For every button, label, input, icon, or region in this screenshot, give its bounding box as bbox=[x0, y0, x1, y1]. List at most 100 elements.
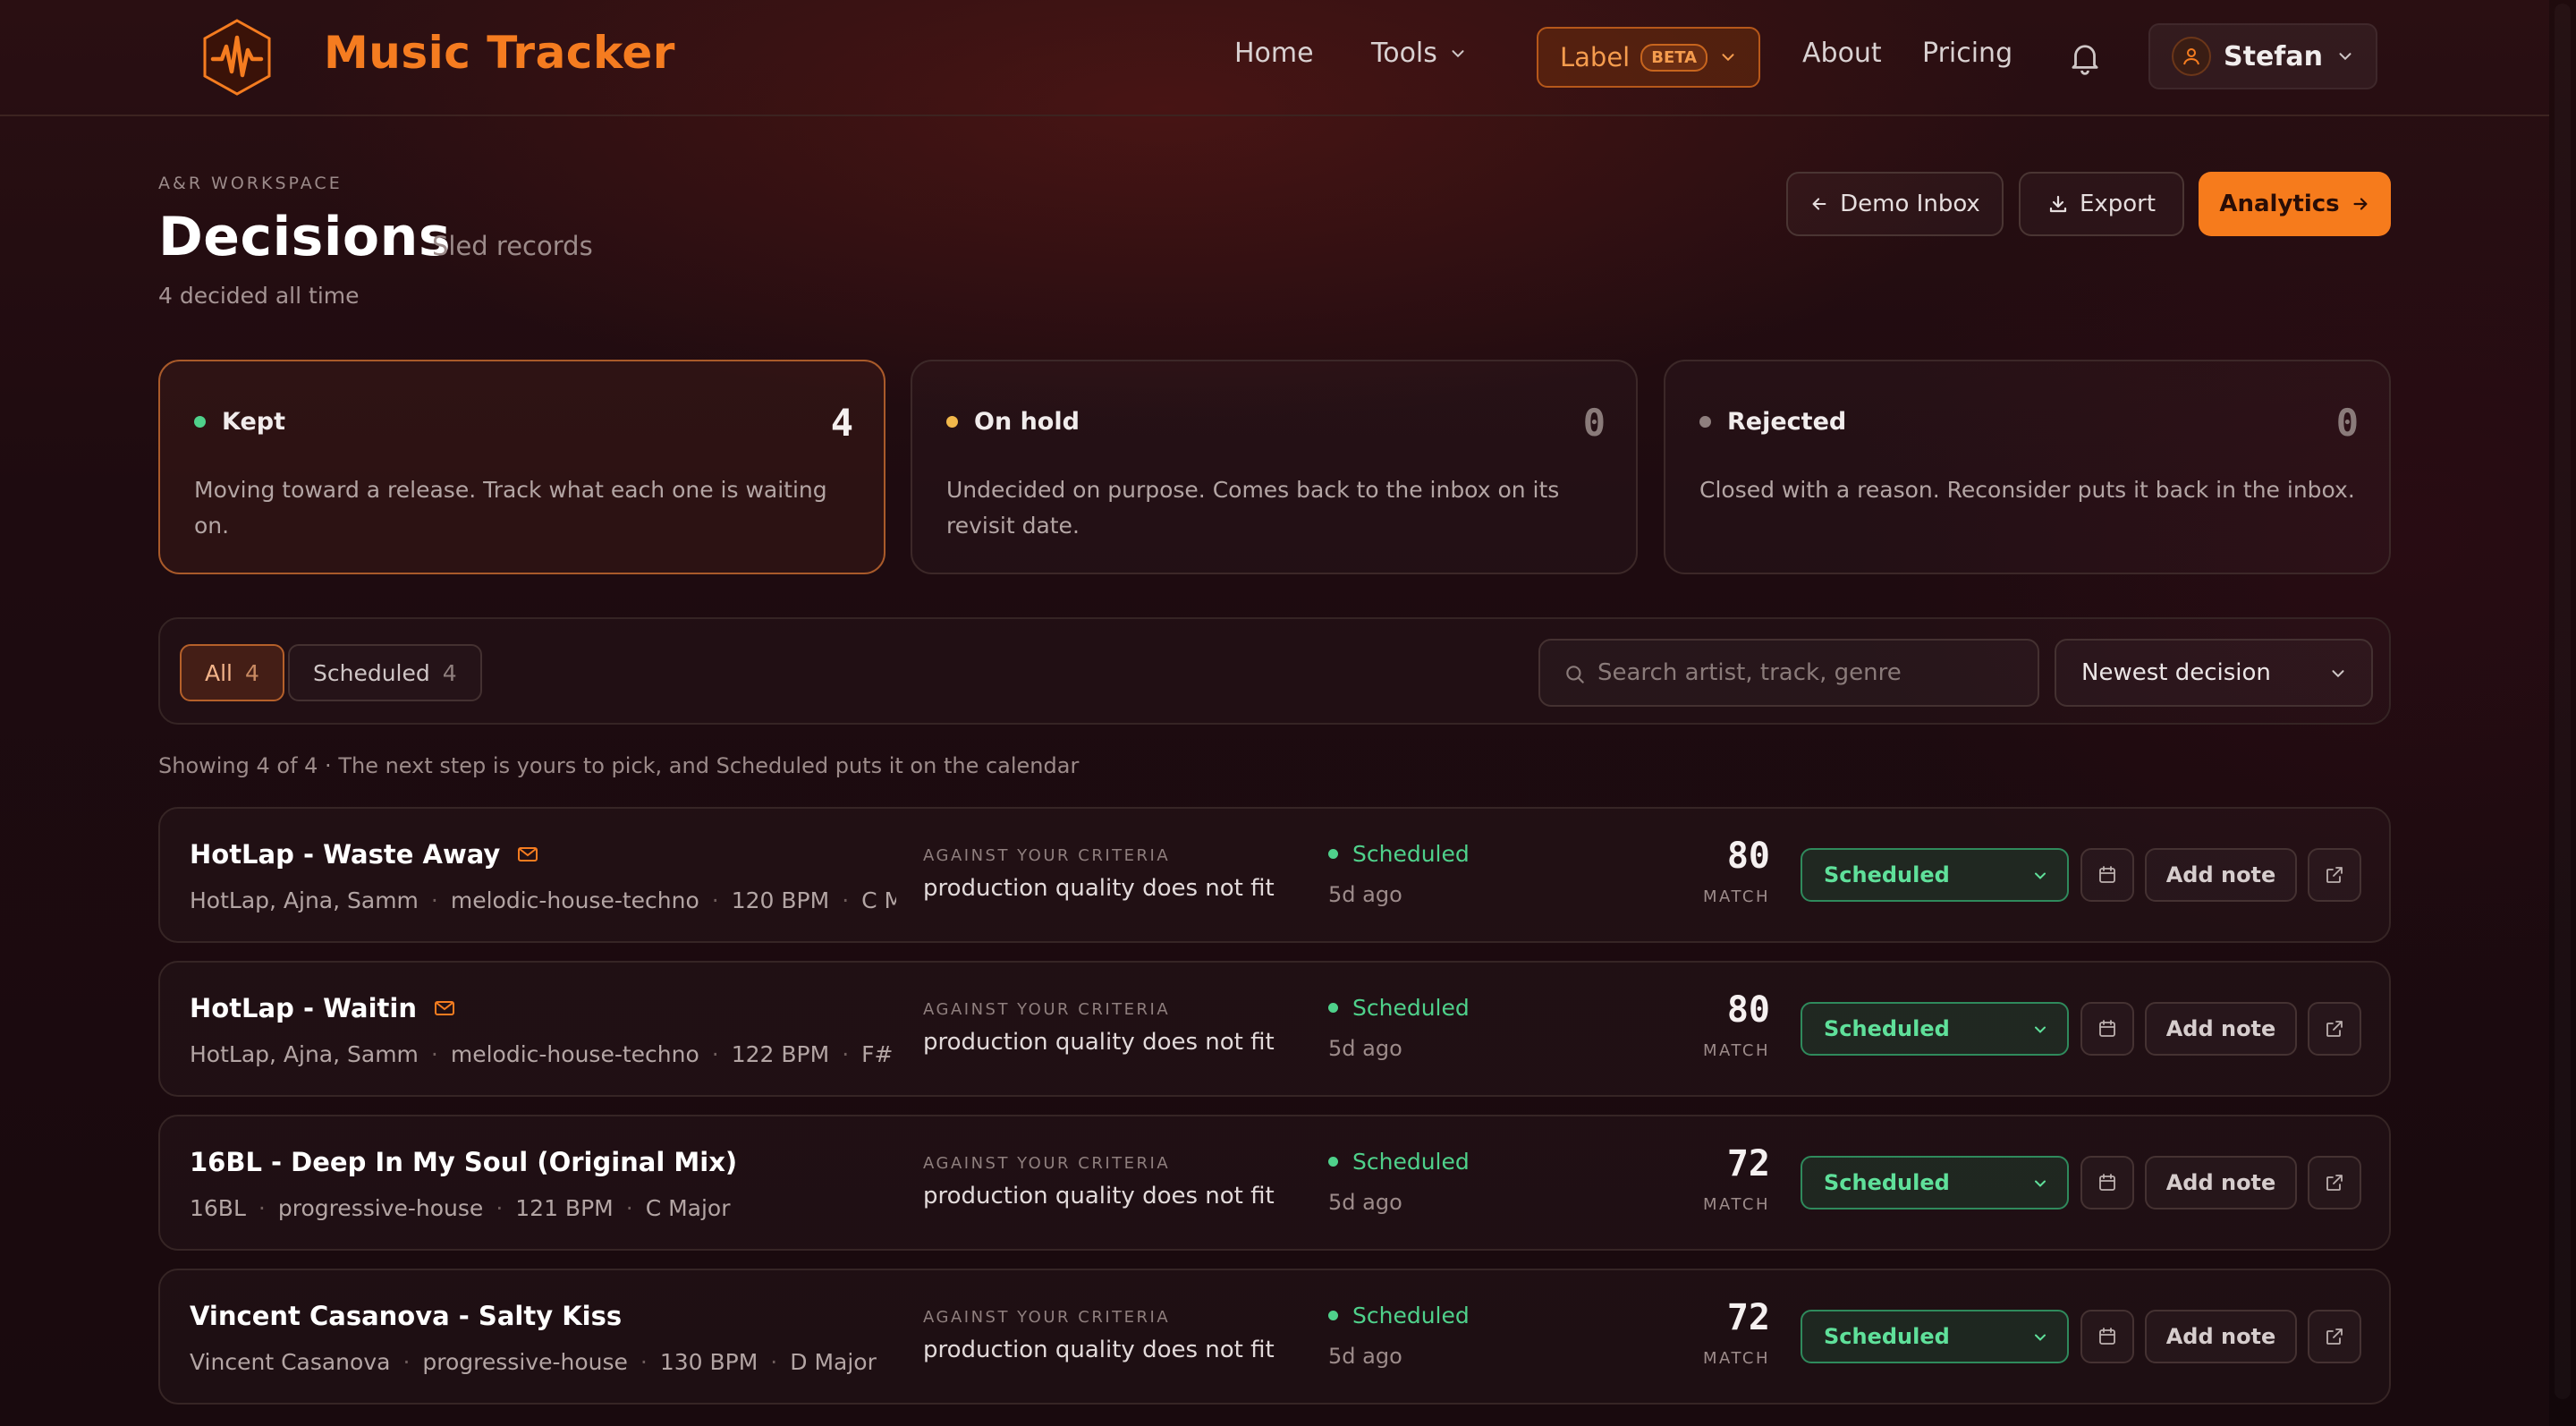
add-note-button[interactable]: Add note bbox=[2145, 1156, 2297, 1210]
meta-separator: · bbox=[711, 1041, 719, 1067]
nav-pricing[interactable]: Pricing bbox=[1922, 38, 2012, 69]
calendar-icon bbox=[2099, 1174, 2115, 1191]
external-link-icon bbox=[2326, 1021, 2343, 1037]
decided-count: 4 decided all time bbox=[158, 283, 360, 309]
stat-card-kept[interactable]: Kept 4 Moving toward a release. Track wh… bbox=[158, 360, 886, 574]
scrollbar-track[interactable] bbox=[2549, 0, 2576, 1426]
track-title[interactable]: HotLap - Waste Away bbox=[190, 839, 538, 870]
decision-row[interactable]: HotLap - Waste Away HotLap, Ajna, Samm · me… bbox=[158, 807, 2391, 943]
scrollbar-thumb[interactable] bbox=[2555, 4, 2571, 1399]
meta-separator: · bbox=[402, 1349, 411, 1375]
status-badge: Scheduled bbox=[1328, 995, 1470, 1021]
nav-about[interactable]: About bbox=[1802, 38, 1882, 69]
stat-count: 0 bbox=[1582, 401, 1606, 445]
track-artists: HotLap, Ajna, Samm bbox=[190, 1041, 419, 1067]
criteria-text: production quality does not fit bbox=[923, 1029, 1275, 1056]
brand-name[interactable]: Music Tracker bbox=[324, 27, 675, 79]
user-icon bbox=[2183, 48, 2199, 65]
add-note-button[interactable]: Add note bbox=[2145, 1310, 2297, 1363]
status-select[interactable]: Scheduled bbox=[1801, 1156, 2069, 1210]
meta-separator: · bbox=[842, 887, 850, 913]
decision-age: 5d ago bbox=[1328, 1190, 1402, 1215]
criteria-text: production quality does not fit bbox=[923, 1183, 1275, 1210]
meta-separator: · bbox=[496, 1195, 504, 1221]
stat-card-rejected[interactable]: Rejected 0 Closed with a reason. Reconsi… bbox=[1664, 360, 2391, 574]
track-title-text: HotLap - Waitin bbox=[190, 993, 418, 1023]
status-dot bbox=[1699, 416, 1711, 428]
status-badge: Scheduled bbox=[1328, 1149, 1470, 1175]
calendar-icon bbox=[2099, 1328, 2115, 1345]
track-title-text: HotLap - Waste Away bbox=[190, 839, 501, 870]
open-external-button[interactable] bbox=[2308, 1002, 2361, 1056]
track-key: D Major bbox=[790, 1349, 877, 1375]
logo-icon[interactable] bbox=[200, 18, 274, 97]
nav-home[interactable]: Home bbox=[1234, 38, 1314, 69]
track-title[interactable]: HotLap - Waitin bbox=[190, 993, 455, 1023]
calendar-button[interactable] bbox=[2080, 1002, 2134, 1056]
status-select[interactable]: Scheduled bbox=[1801, 848, 2069, 902]
stat-card-on-hold[interactable]: On hold 0 Undecided on purpose. Comes ba… bbox=[911, 360, 1638, 574]
sort-select[interactable]: Newest decision bbox=[2055, 639, 2373, 707]
user-menu-button[interactable]: Stefan bbox=[2148, 23, 2377, 89]
meta-separator: · bbox=[430, 1041, 438, 1067]
analytics-label: Analytics bbox=[2219, 191, 2340, 217]
open-external-button[interactable] bbox=[2308, 1156, 2361, 1210]
add-note-button[interactable]: Add note bbox=[2145, 848, 2297, 902]
calendar-button[interactable] bbox=[2080, 848, 2134, 902]
open-external-button[interactable] bbox=[2308, 1310, 2361, 1363]
track-genre: progressive-house bbox=[277, 1195, 484, 1221]
beta-badge: BETA bbox=[1640, 43, 1708, 72]
decision-row[interactable]: Vincent Casanova - Salty Kiss Vincent Cas… bbox=[158, 1269, 2391, 1405]
filter-chip-all[interactable]: All 4 bbox=[180, 644, 284, 701]
mail-icon[interactable] bbox=[518, 847, 538, 862]
chip-label: All bbox=[205, 659, 233, 686]
export-button[interactable]: Export bbox=[2019, 172, 2184, 236]
decision-row[interactable]: 16BL - Deep In My Soul (Original Mix) 16B… bbox=[158, 1115, 2391, 1251]
status-select-value: Scheduled bbox=[1824, 862, 1950, 887]
stat-label: On hold bbox=[974, 408, 1080, 436]
label-menu-button[interactable]: Label BETA bbox=[1537, 27, 1760, 88]
status-dot bbox=[946, 416, 958, 428]
decision-row[interactable]: HotLap - Waitin HotLap, Ajna, Samm · melodi… bbox=[158, 961, 2391, 1097]
calendar-button[interactable] bbox=[2080, 1156, 2134, 1210]
demo-inbox-button[interactable]: Demo Inbox bbox=[1786, 172, 2004, 236]
status-text: Scheduled bbox=[1352, 995, 1470, 1021]
status-select[interactable]: Scheduled bbox=[1801, 1002, 2069, 1056]
open-external-button[interactable] bbox=[2308, 848, 2361, 902]
status-select-value: Scheduled bbox=[1824, 1170, 1950, 1195]
status-dot bbox=[1328, 849, 1338, 859]
criteria-label: AGAINST YOUR CRITERIA bbox=[923, 1000, 1171, 1019]
search-input[interactable] bbox=[1597, 641, 2027, 705]
avatar bbox=[2172, 37, 2211, 76]
filter-chip-scheduled[interactable]: Scheduled 4 bbox=[288, 644, 482, 701]
match-score: 80 bbox=[1726, 836, 1770, 877]
mail-icon[interactable] bbox=[435, 1001, 455, 1015]
calendar-button[interactable] bbox=[2080, 1310, 2134, 1363]
track-title-text: 16BL - Deep In My Soul (Original Mix) bbox=[190, 1147, 738, 1177]
arrow-right-icon bbox=[2353, 198, 2368, 210]
analytics-button[interactable]: Analytics bbox=[2199, 172, 2391, 236]
bell-icon[interactable] bbox=[2066, 38, 2104, 77]
chip-count: 4 bbox=[245, 659, 259, 686]
match-label: MATCH bbox=[1703, 1195, 1770, 1214]
page-title: Decisions bbox=[158, 206, 452, 268]
meta-separator: · bbox=[640, 1349, 648, 1375]
track-title[interactable]: Vincent Casanova - Salty Kiss bbox=[190, 1301, 622, 1331]
add-note-button[interactable]: Add note bbox=[2145, 1002, 2297, 1056]
track-bpm: 120 BPM bbox=[731, 887, 830, 913]
track-title[interactable]: 16BL - Deep In My Soul (Original Mix) bbox=[190, 1147, 737, 1177]
download-icon bbox=[2049, 195, 2067, 213]
status-select[interactable]: Scheduled bbox=[1801, 1310, 2069, 1363]
user-name: Stefan bbox=[2224, 40, 2323, 72]
nav-tools[interactable]: Tools bbox=[1371, 38, 1468, 69]
external-link-icon bbox=[2326, 1328, 2343, 1345]
match-score: 72 bbox=[1726, 1297, 1770, 1338]
meta-separator: · bbox=[842, 1041, 850, 1067]
external-link-icon bbox=[2326, 867, 2343, 883]
export-label: Export bbox=[2079, 191, 2157, 217]
chip-label: Scheduled bbox=[313, 659, 430, 686]
track-genre: progressive-house bbox=[422, 1349, 628, 1375]
chevron-down-icon bbox=[2035, 872, 2046, 879]
match-score: 80 bbox=[1726, 989, 1770, 1031]
status-badge: Scheduled bbox=[1328, 1303, 1470, 1328]
